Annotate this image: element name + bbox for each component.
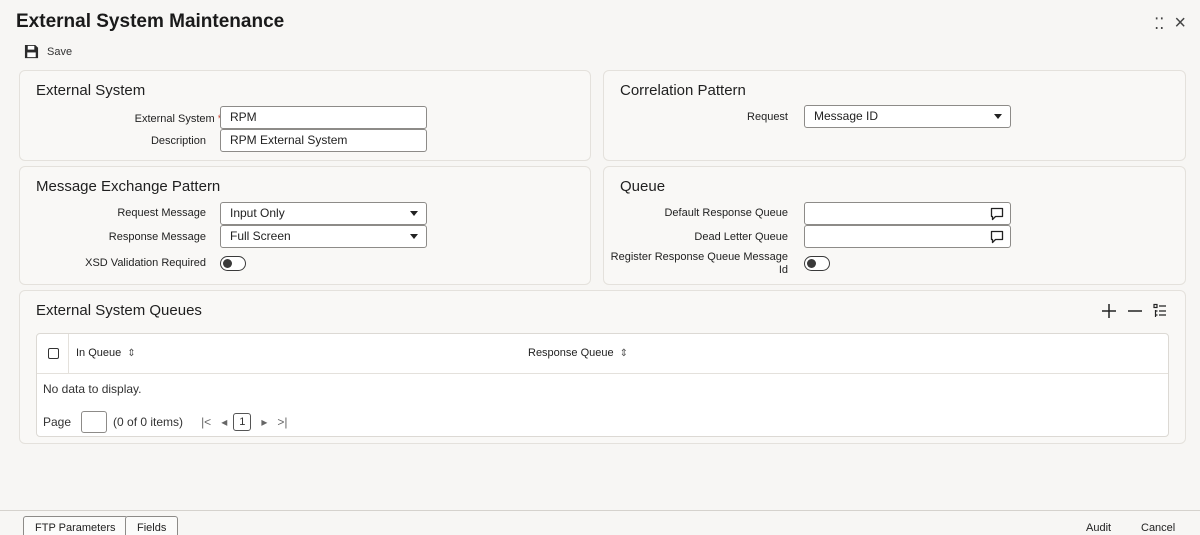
table-header: In Queue ⇕ Response Queue ⇕ <box>37 334 1168 374</box>
toggle-knob <box>223 258 232 268</box>
toggle-knob <box>807 258 816 268</box>
save-button[interactable]: Save <box>24 44 72 59</box>
correlation-pattern-heading: Correlation Pattern <box>620 82 746 99</box>
lov-icon[interactable] <box>990 230 1004 244</box>
cancel-button[interactable]: Cancel <box>1141 522 1175 534</box>
grid-actions <box>1101 303 1167 322</box>
message-exchange-panel: Message Exchange Pattern Request Message… <box>19 166 591 285</box>
first-page-button[interactable]: |< <box>201 415 211 429</box>
last-page-button[interactable]: >| <box>277 415 287 429</box>
items-count: (0 of 0 items) <box>113 415 184 429</box>
chevron-down-icon <box>994 114 1002 119</box>
message-exchange-heading: Message Exchange Pattern <box>36 178 221 195</box>
page-number-input[interactable] <box>81 411 108 433</box>
description-label: Description <box>150 135 206 147</box>
register-response-queue-label: Register Response Queue Message Id <box>610 251 788 276</box>
queues-table: In Queue ⇕ Response Queue ⇕ No data to d… <box>36 333 1169 437</box>
lov-icon[interactable] <box>990 207 1004 221</box>
sort-icon[interactable]: ⇕ <box>620 348 628 359</box>
queue-heading: Queue <box>620 178 666 195</box>
title-bar: External System Maintenance ⁚⁚ × <box>0 0 1200 42</box>
request-label: Request <box>747 111 788 123</box>
request-select[interactable]: Message ID <box>804 105 1011 128</box>
list-detail-icon <box>1153 303 1166 317</box>
register-response-queue-toggle[interactable] <box>804 256 830 271</box>
external-system-queues-heading: External System Queues <box>36 302 202 319</box>
close-icon[interactable]: × <box>1174 12 1186 35</box>
add-row-button[interactable] <box>1101 303 1117 322</box>
response-message-label: Response Message <box>108 231 206 243</box>
external-system-input[interactable]: RPM <box>220 106 427 129</box>
minimize-icon[interactable]: ⁚⁚ <box>1154 14 1164 34</box>
page-label: Page <box>43 415 72 429</box>
single-record-view-button[interactable] <box>1153 303 1167 322</box>
plus-icon <box>1102 304 1116 318</box>
correlation-pattern-panel: Correlation Pattern Request Message ID <box>603 70 1186 161</box>
audit-button[interactable]: Audit <box>1086 522 1111 534</box>
request-message-label: Request Message <box>117 207 206 219</box>
select-all-checkbox[interactable] <box>48 348 59 359</box>
column-header-in-queue[interactable]: In Queue ⇕ <box>76 347 136 359</box>
fields-button[interactable]: Fields <box>125 516 179 535</box>
page-title: External System Maintenance <box>16 11 285 32</box>
response-message-select[interactable]: Full Screen <box>220 225 427 248</box>
queue-panel: Queue Default Response Queue Dead Letter… <box>603 166 1186 285</box>
next-page-button[interactable]: ▸ <box>261 415 267 429</box>
xsd-validation-label: XSD Validation Required <box>85 257 206 269</box>
column-header-response-queue[interactable]: Response Queue ⇕ <box>528 347 628 359</box>
chevron-down-icon <box>410 234 418 239</box>
request-message-select[interactable]: Input Only <box>220 202 427 225</box>
window-controls: ⁚⁚ × <box>1154 12 1186 35</box>
empty-message: No data to display. <box>43 382 142 396</box>
chevron-down-icon <box>410 211 418 216</box>
delete-row-button[interactable] <box>1127 303 1143 322</box>
external-system-heading: External System <box>36 82 146 99</box>
external-system-label: External System* <box>40 113 222 126</box>
external-system-panel: External System External System* RPM Des… <box>19 70 591 161</box>
external-system-queues-panel: External System Queues In Queue ⇕ Respon… <box>19 290 1186 444</box>
footer-bar: FTP Parameters Fields Audit Cancel <box>0 510 1200 535</box>
save-label: Save <box>47 45 73 58</box>
current-page-button[interactable]: 1 <box>233 413 252 431</box>
default-response-queue-input[interactable] <box>804 202 1011 225</box>
column-divider <box>68 334 69 374</box>
description-input[interactable]: RPM External System <box>220 129 427 152</box>
sort-icon[interactable]: ⇕ <box>127 348 135 359</box>
dead-letter-queue-label: Dead Letter Queue <box>694 231 788 243</box>
minus-icon <box>1128 310 1142 312</box>
default-response-queue-label: Default Response Queue <box>664 207 788 219</box>
ftp-parameters-button[interactable]: FTP Parameters <box>23 516 128 535</box>
xsd-validation-toggle[interactable] <box>220 256 246 271</box>
floppy-disk-icon <box>24 44 39 59</box>
pagination: Page (0 of 0 items) |< ◂ 1 ▸ >| <box>43 411 288 433</box>
previous-page-button[interactable]: ◂ <box>221 415 227 429</box>
dead-letter-queue-input[interactable] <box>804 225 1011 248</box>
